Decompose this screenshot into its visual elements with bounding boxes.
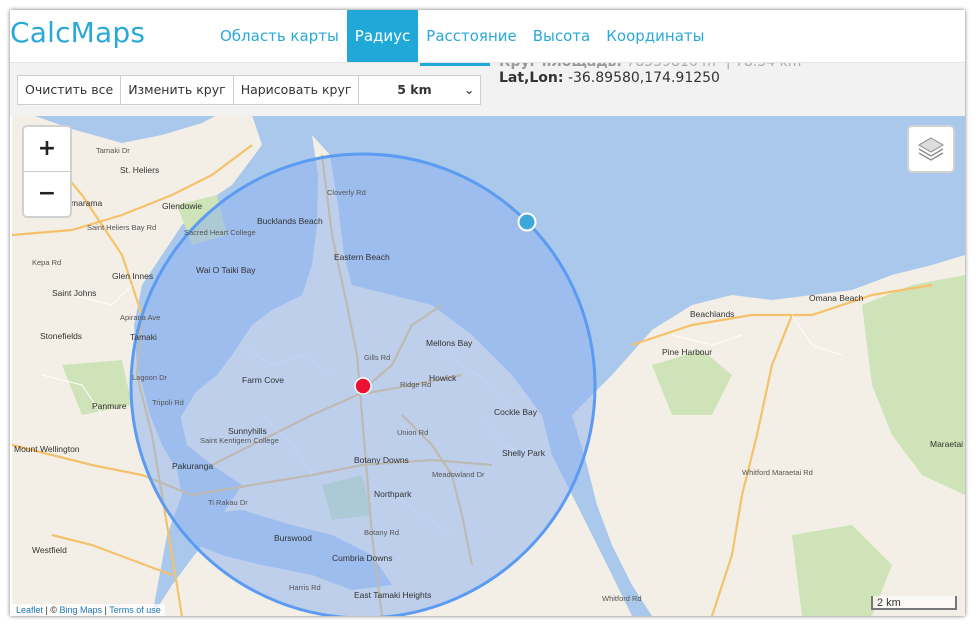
map-view[interactable]: Tamaki Dr St. Heliers Glendowie Kohimara… xyxy=(12,115,965,616)
main-nav: Область карты Радиус Расстояние Высота К… xyxy=(212,10,712,62)
nav-elevation[interactable]: Высота xyxy=(525,10,599,62)
label-gills-rd: Gills Rd xyxy=(364,353,390,362)
label-westfield: Westfield xyxy=(32,545,67,555)
label-pakuranga: Pakuranga xyxy=(172,461,213,471)
nav-radius[interactable]: Радиус xyxy=(346,10,419,62)
label-shelly-park: Shelly Park xyxy=(502,448,546,458)
layers-icon xyxy=(918,137,944,161)
nav-area[interactable]: Область карты xyxy=(212,10,347,62)
label-saint-kentigern: Saint Kentigern College xyxy=(200,436,279,445)
attribution-sep-1: | © xyxy=(43,605,60,615)
label-howick: Howick xyxy=(429,373,457,383)
label-mellons-bay: Mellons Bay xyxy=(426,338,473,348)
radius-select[interactable]: 5 km ⌄ xyxy=(359,76,480,104)
label-botany-rd: Botany Rd xyxy=(364,528,399,537)
label-ridge-rd: Ridge Rd xyxy=(400,380,431,389)
label-glen-innes: Glen Innes xyxy=(112,271,153,281)
layers-button[interactable] xyxy=(907,125,955,173)
label-bucklands-beach: Bucklands Beach xyxy=(257,216,323,226)
label-cumbria-downs: Cumbria Downs xyxy=(332,553,392,563)
label-northpark: Northpark xyxy=(374,489,412,499)
label-ti-rakau-dr: Ti Rakau Dr xyxy=(208,498,248,507)
label-st-heliers: St. Heliers xyxy=(120,165,159,175)
label-whitford-maraetai: Whitford Maraetai Rd xyxy=(742,468,813,477)
label-saint-johns: Saint Johns xyxy=(52,288,96,298)
label-omana-beach: Omana Beach xyxy=(809,293,864,303)
circle-controls: Очистить все Изменить круг Нарисовать кр… xyxy=(17,75,482,105)
label-mount-wellington: Mount Wellington xyxy=(14,444,80,454)
label-panmure: Panmure xyxy=(92,401,127,411)
leaflet-link[interactable]: Leaflet xyxy=(16,605,43,615)
label-whitford-rd: Whitford Rd xyxy=(602,594,642,603)
label-pine-harbour: Pine Harbour xyxy=(662,347,712,357)
latlon-label: Lat,Lon: xyxy=(499,70,564,86)
label-tamaki-dr: Tamaki Dr xyxy=(96,146,130,155)
label-lagoon-dr: Lagoon Dr xyxy=(132,373,168,382)
app-window: CalcMaps Область карты Радиус Расстояние… xyxy=(10,10,965,616)
clear-all-button[interactable]: Очистить все xyxy=(18,76,122,104)
latlon-value: -36.89580,174.91250 xyxy=(567,70,720,86)
tool-bar: Очистить все Изменить круг Нарисовать кр… xyxy=(10,54,965,116)
label-cloverly-rd: Cloverly Rd xyxy=(327,188,366,197)
bing-maps-link[interactable]: Bing Maps xyxy=(60,605,103,615)
header-bar: CalcMaps Область карты Радиус Расстояние… xyxy=(10,10,965,63)
label-eastern-beach: Eastern Beach xyxy=(334,252,390,262)
label-sunnyhills: Sunnyhills xyxy=(228,426,267,436)
terms-link[interactable]: Terms of use xyxy=(109,605,161,615)
label-farm-cove: Farm Cove xyxy=(242,375,284,385)
label-wai-o-taiki: Wai O Taiki Bay xyxy=(196,265,256,275)
label-tamaki: Tamaki xyxy=(130,332,157,342)
scale-bar: 2 km xyxy=(871,596,957,610)
label-glendowie: Glendowie xyxy=(162,201,202,211)
label-meadowland-dr: Meadowland Dr xyxy=(432,470,485,479)
label-union-rd: Union Rd xyxy=(397,428,428,437)
label-botany-downs: Botany Downs xyxy=(354,455,409,465)
label-beachlands: Beachlands xyxy=(690,309,734,319)
radius-edge-marker[interactable] xyxy=(517,212,537,232)
label-maraetai: Maraetai xyxy=(930,439,963,449)
zoom-out-button[interactable]: − xyxy=(24,171,70,216)
map-attribution: Leaflet | © Bing Maps | Terms of use xyxy=(12,604,165,616)
label-apirana-ave: Apirana Ave xyxy=(120,313,160,322)
label-kepa-rd: Kepa Rd xyxy=(32,258,61,267)
label-burswood: Burswood xyxy=(274,533,312,543)
label-east-tamaki-heights: East Tamaki Heights xyxy=(354,590,431,600)
label-cockle-bay: Cockle Bay xyxy=(494,407,538,417)
site-logo[interactable]: CalcMaps xyxy=(10,16,145,49)
nav-coordinates[interactable]: Координаты xyxy=(598,10,712,62)
latlon-readout: Lat,Lon: -36.89580,174.91250 xyxy=(499,70,720,86)
nav-distance[interactable]: Расстояние xyxy=(418,10,524,62)
map-canvas[interactable]: Tamaki Dr St. Heliers Glendowie Kohimara… xyxy=(12,115,965,616)
label-stonefields: Stonefields xyxy=(40,331,82,341)
zoom-control: + − xyxy=(22,125,72,218)
label-harris-rd: Harris Rd xyxy=(289,583,321,592)
zoom-in-button[interactable]: + xyxy=(24,127,70,171)
chevron-down-icon: ⌄ xyxy=(463,82,475,97)
radius-value: 5 km xyxy=(397,82,432,97)
draw-circle-button[interactable]: Нарисовать круг xyxy=(234,76,360,104)
label-st-heliers-bay-rd: Saint Heliers Bay Rd xyxy=(87,223,156,232)
label-tripoli-rd: Tripoli Rd xyxy=(152,398,184,407)
edit-circle-button[interactable]: Изменить круг xyxy=(121,76,234,104)
center-marker[interactable] xyxy=(354,377,372,395)
label-sacred-heart: Sacred Heart College xyxy=(184,228,256,237)
